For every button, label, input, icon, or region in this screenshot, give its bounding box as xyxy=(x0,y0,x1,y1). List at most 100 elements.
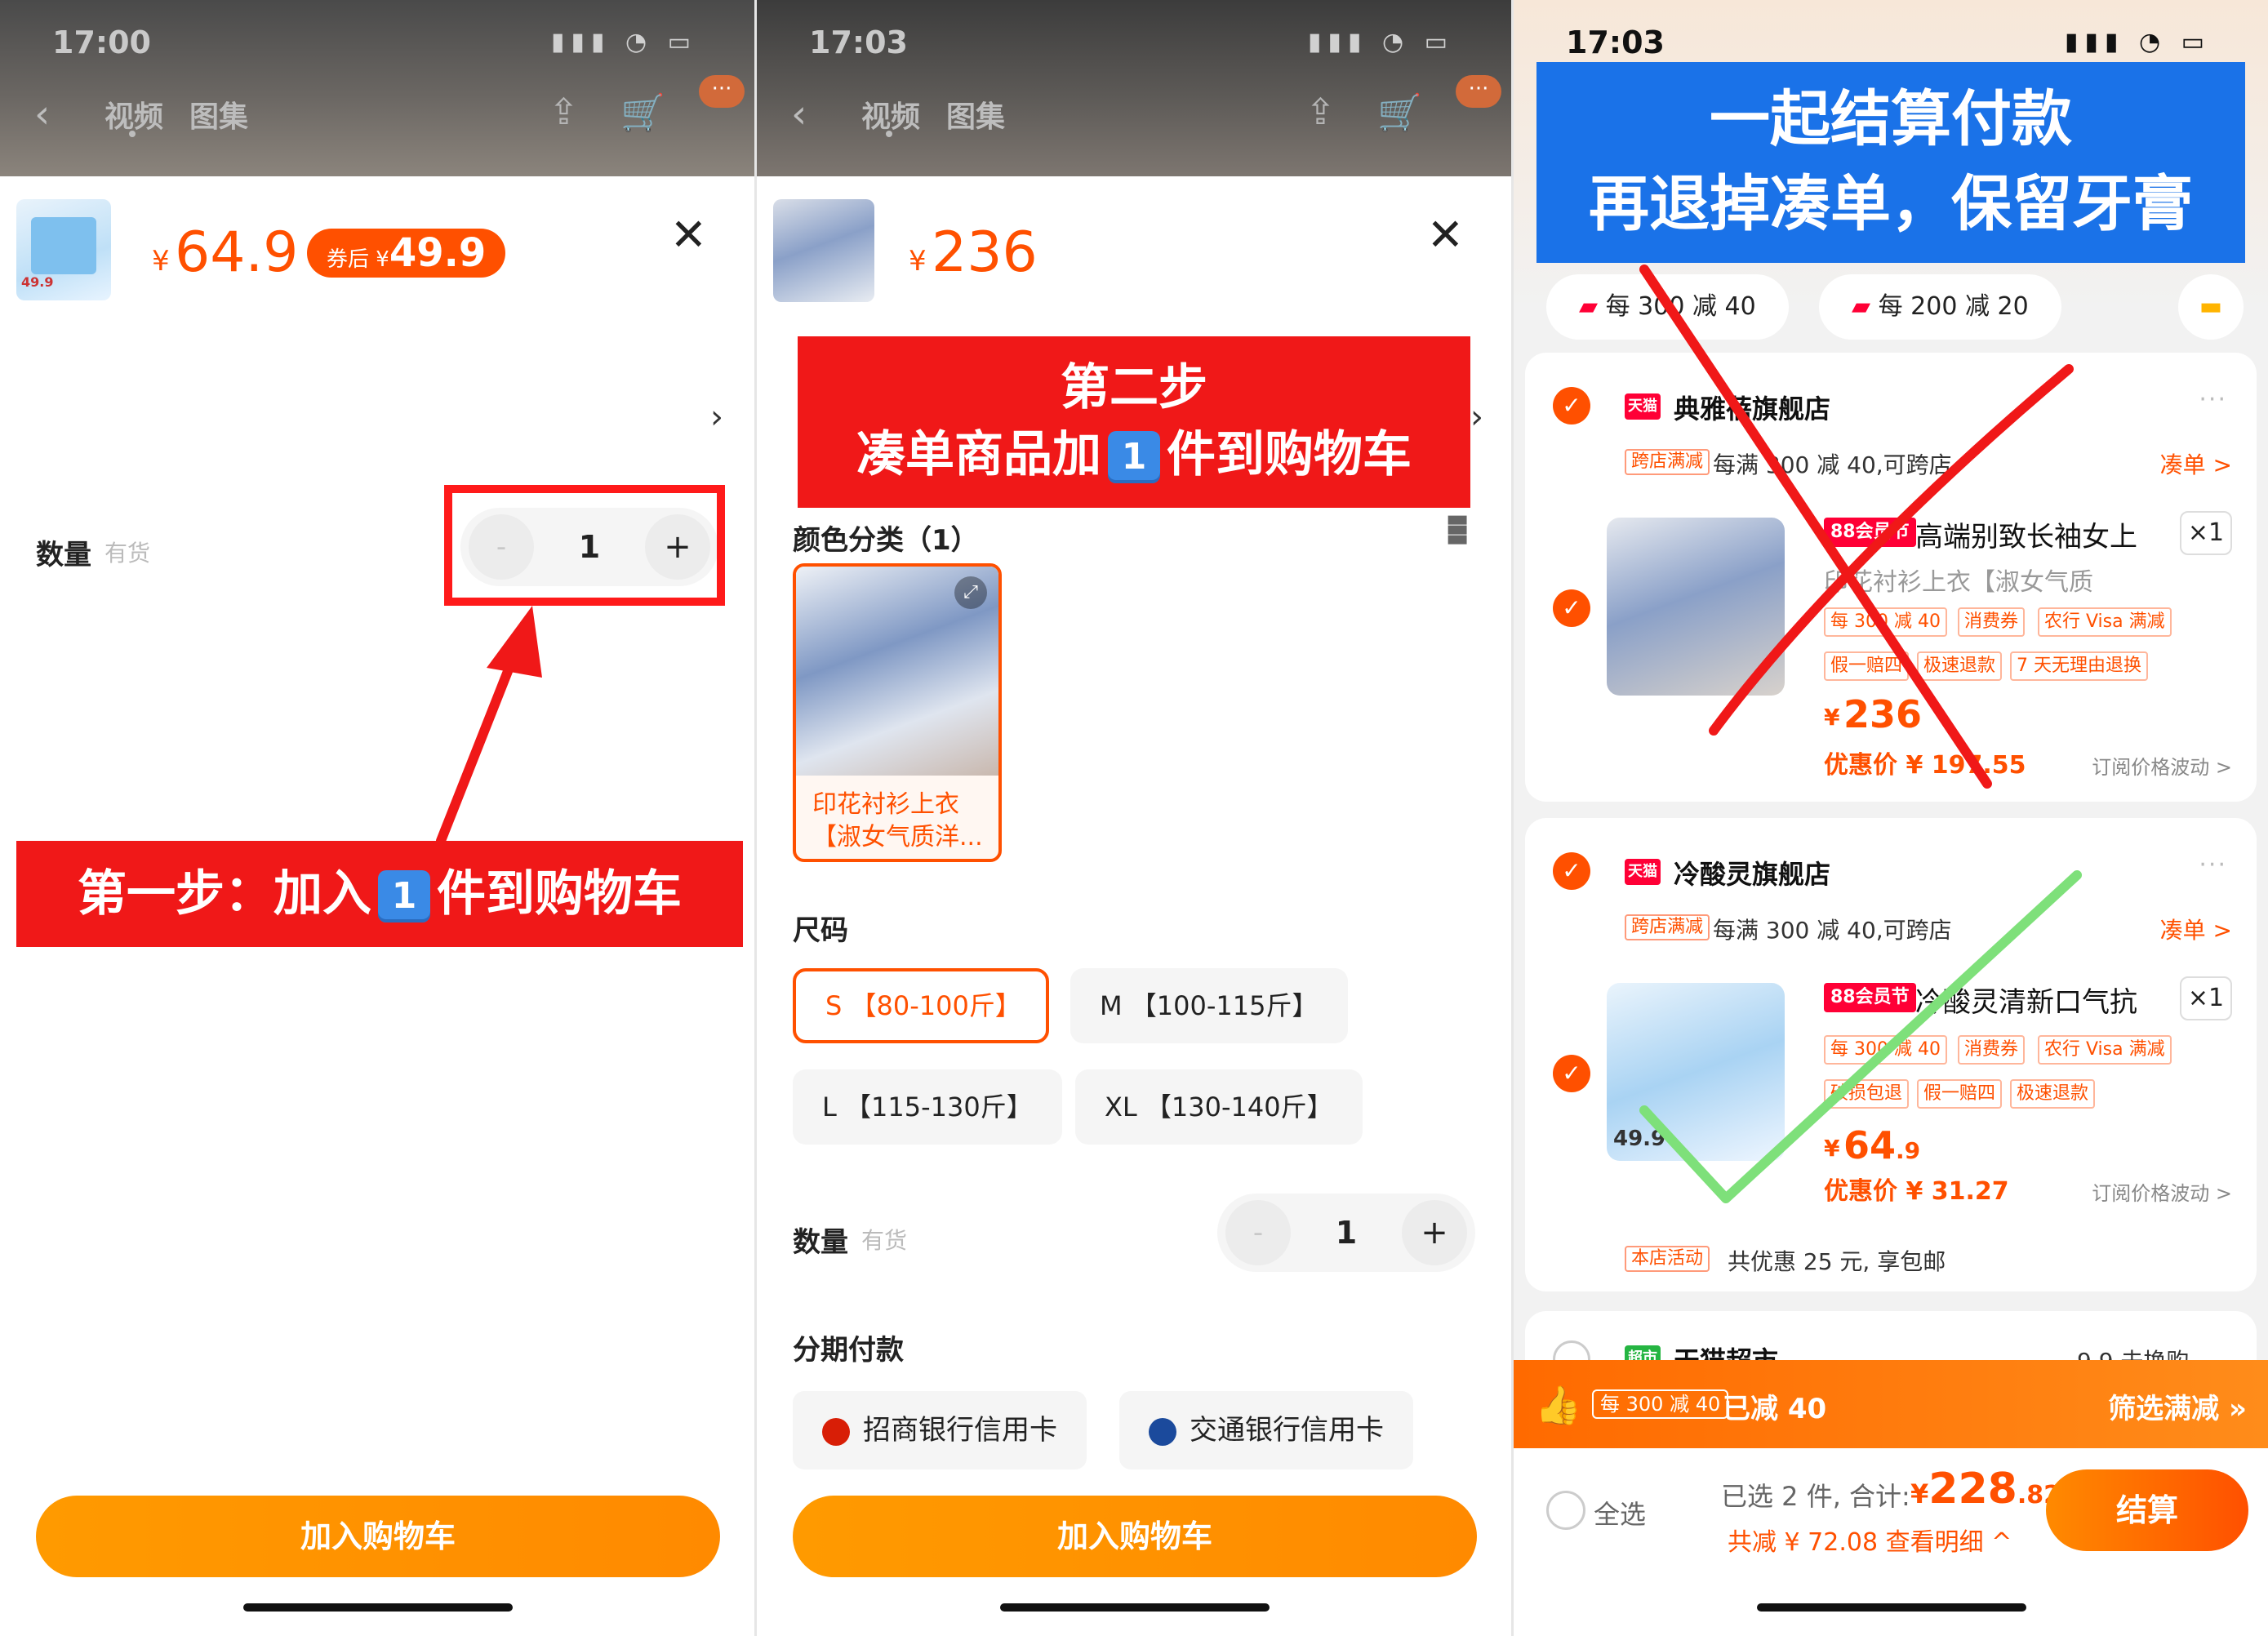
tmall-badge: 天猫 xyxy=(1625,393,1661,420)
add-to-cart-button[interactable]: 加入购物车 xyxy=(793,1496,1477,1577)
filter-chip-200-20[interactable]: ▰ 每 200 减 20 xyxy=(1819,274,2061,340)
more-options-icon[interactable]: ··· xyxy=(2199,385,2227,414)
tag: 消费券 xyxy=(1958,1035,2026,1065)
tag: 农行 Visa 满减 xyxy=(2038,607,2172,637)
coudan-link[interactable]: 凑单 > xyxy=(2160,913,2232,945)
quantity-stepper: - 1 + xyxy=(1217,1194,1475,1272)
size-option-s[interactable]: S 【80-100斤】 xyxy=(793,968,1049,1043)
deal-price: 优惠价 ¥ 197.55 xyxy=(1824,751,2026,780)
price: 236 xyxy=(932,220,1038,285)
chevron-right-icon[interactable]: › xyxy=(1470,398,1483,436)
coupon-price-badge: 券后 ¥49.9 xyxy=(307,229,506,278)
size-option-m[interactable]: M 【100-115斤】 xyxy=(1070,968,1348,1043)
item-select-check[interactable]: ✓ xyxy=(1553,589,1590,627)
product-sku[interactable]: 印花衬衫上衣【淑女气质 xyxy=(1824,562,2093,598)
quantity-value[interactable]: 1 xyxy=(1291,1194,1402,1272)
bank-option-cmb[interactable]: 招商银行信用卡 xyxy=(793,1391,1087,1469)
size-option-xl[interactable]: XL 【130-140斤】 xyxy=(1075,1069,1363,1145)
deal-price: 优惠价 ¥ 31.27 xyxy=(1824,1177,2009,1206)
color-option[interactable]: ⤢ 印花衬衫上衣【淑女气质洋... xyxy=(793,563,1002,862)
item-select-check[interactable]: ✓ xyxy=(1553,1055,1590,1092)
screenshot-collage: 17:00 ▮▮▮ ◔ ▭ ‹ 视频 图集 ⇪ 🛒 ··· 49.9 ¥ 64.… xyxy=(0,0,2268,1636)
increment-button[interactable]: + xyxy=(1402,1200,1467,1265)
more-icon[interactable]: ··· xyxy=(699,75,745,108)
total-price: ¥228.82 xyxy=(1910,1465,2061,1514)
item-quantity[interactable]: ×1 xyxy=(2180,511,2232,555)
size-label: 尺码 xyxy=(793,914,848,947)
shop-name[interactable]: 冷酸灵旗舰店 xyxy=(1674,854,1830,891)
chevron-right-icon[interactable]: › xyxy=(710,398,723,436)
quantity-label: 数量 xyxy=(36,539,91,571)
tab-video[interactable]: 视频 xyxy=(105,93,163,136)
folder-icon[interactable]: ▬ xyxy=(2178,274,2244,340)
status-time: 17:03 xyxy=(1566,24,1665,60)
share-icon[interactable]: ⇪ xyxy=(1305,91,1336,133)
quantity-label: 数量 xyxy=(793,1226,848,1259)
product-image[interactable]: 49.9 xyxy=(1607,983,1785,1161)
product-title[interactable]: 冷酸灵清新口气抗 xyxy=(1915,980,2137,1020)
discount-bar: 👍 每 300 减 40 已减 40 筛选满减 » xyxy=(1514,1360,2268,1448)
shop-select-check[interactable]: ✓ xyxy=(1553,852,1590,890)
more-options-icon[interactable]: ··· xyxy=(2199,851,2227,879)
back-icon[interactable]: ‹ xyxy=(791,91,807,137)
select-all-check[interactable] xyxy=(1546,1491,1585,1530)
price-alert-link[interactable]: 订阅价格波动 > xyxy=(2092,1177,2232,1206)
promo-tag: 跨店满减 xyxy=(1625,914,1710,940)
shop-select-check[interactable]: ✓ xyxy=(1553,387,1590,425)
product-thumbnail: 49.9 xyxy=(16,199,111,300)
panel-step1: 17:00 ▮▮▮ ◔ ▭ ‹ 视频 图集 ⇪ 🛒 ··· 49.9 ¥ 64.… xyxy=(0,0,754,1636)
home-indicator xyxy=(1757,1603,2026,1612)
close-icon[interactable]: ✕ xyxy=(1427,209,1464,260)
panel-step3-cart: 17:03 ▮▮▮ ◔ ▭ 一起结算付款 再退掉凑单，保留牙膏 ▰ 每 300 … xyxy=(1514,0,2268,1636)
expand-icon[interactable]: ⤢ xyxy=(954,576,987,609)
coudan-link[interactable]: 凑单 > xyxy=(2160,447,2232,480)
member-day-badge: 88会员节 xyxy=(1824,518,1916,547)
tab-gallery[interactable]: 图集 xyxy=(189,93,248,136)
selected-count: 已选 2 件, 合计: xyxy=(1721,1481,1910,1512)
store-activity-text: 共优惠 25 元, 享包邮 xyxy=(1728,1248,1946,1275)
item-quantity[interactable]: ×1 xyxy=(2180,976,2232,1020)
promo-text: 每满 300 减 40,可跨店 xyxy=(1713,917,1952,944)
price-currency: ¥ xyxy=(909,245,927,278)
thumbs-up-icon: 👍 xyxy=(1535,1383,1582,1427)
add-to-cart-button[interactable]: 加入购物车 xyxy=(36,1496,720,1577)
step3-banner: 一起结算付款 再退掉凑单，保留牙膏 xyxy=(1536,62,2245,263)
cart-icon[interactable]: 🛒 xyxy=(1377,91,1422,134)
price: 64.9 xyxy=(175,220,299,285)
close-icon[interactable]: ✕ xyxy=(670,209,707,260)
panel-step2: 17:03 ▮▮▮ ◔ ▭ ‹ 视频 图集 ⇪ 🛒 ··· ¥ 236 ✕ 第二… xyxy=(757,0,1511,1636)
cart-icon[interactable]: 🛒 xyxy=(620,91,665,134)
bank-option-bocom[interactable]: 交通银行信用卡 xyxy=(1119,1391,1413,1469)
price-alert-link[interactable]: 订阅价格波动 > xyxy=(2092,751,2232,780)
product-image[interactable] xyxy=(1607,518,1785,696)
back-icon[interactable]: ‹ xyxy=(34,91,50,137)
share-icon[interactable]: ⇪ xyxy=(549,91,579,133)
status-icons: ▮▮▮ ◔ ▭ xyxy=(1307,28,1454,56)
size-option-l[interactable]: L 【115-130斤】 xyxy=(793,1069,1062,1145)
step2-banner: 第二步 凑单商品加 1 件到购物车 xyxy=(798,336,1470,508)
select-all-label[interactable]: 全选 xyxy=(1594,1494,1646,1532)
filter-chip-300-40[interactable]: ▰ 每 300 减 40 xyxy=(1546,274,1789,340)
list-view-icon[interactable]: ▬ ▬ ▬ xyxy=(1446,507,1475,551)
stock-status: 有货 xyxy=(105,540,151,567)
tab-video[interactable]: 视频 xyxy=(861,93,920,136)
promo-tag: 跨店满减 xyxy=(1625,449,1710,475)
more-icon[interactable]: ··· xyxy=(1456,75,1501,108)
product-title[interactable]: 高端别致长袖女上 xyxy=(1915,514,2137,554)
status-time: 17:03 xyxy=(809,24,908,60)
home-indicator xyxy=(1000,1603,1270,1612)
status-time: 17:00 xyxy=(52,24,151,60)
top-backdrop: 17:03 ▮▮▮ ◔ ▭ ‹ 视频 图集 ⇪ 🛒 ··· xyxy=(757,0,1511,176)
tag: 农行 Visa 满减 xyxy=(2038,1035,2172,1065)
filter-discount-link[interactable]: 筛选满减 » xyxy=(2108,1386,2247,1426)
decrement-button[interactable]: - xyxy=(1225,1200,1291,1265)
tab-indicator xyxy=(886,131,892,137)
tag: 7 天无理由退换 xyxy=(2010,651,2148,681)
checkout-button[interactable]: 结算 xyxy=(2046,1469,2248,1551)
shop-name[interactable]: 典雅蓓旗舰店 xyxy=(1674,389,1830,426)
discount-applied: 已减 40 xyxy=(1723,1393,1827,1425)
savings-detail-link[interactable]: 共减 ¥ 72.08 查看明细 ^ xyxy=(1728,1522,2012,1558)
price-currency: ¥ xyxy=(1824,1135,1840,1162)
tab-gallery[interactable]: 图集 xyxy=(946,93,1005,136)
store-activity-tag: 本店活动 xyxy=(1625,1246,1710,1272)
